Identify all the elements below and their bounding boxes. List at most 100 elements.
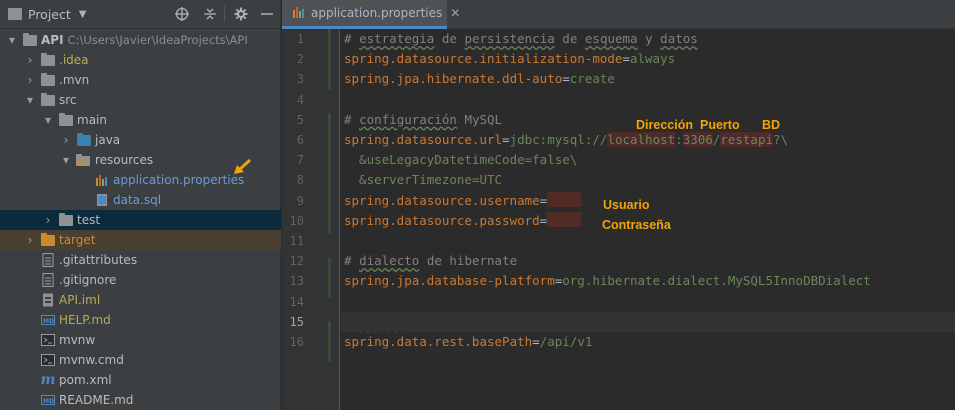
folder-icon [40,92,56,108]
property-separator: = [562,71,570,87]
code-line[interactable]: spring.datasource.initialization-mode=al… [344,49,675,69]
chevron-right-icon[interactable]: › [60,130,72,150]
tree-item-mvnw-cmd[interactable]: mvnw.cmd [0,350,281,370]
tree-item-main[interactable]: ▾ main [0,110,281,130]
line-number: 8 [296,173,304,188]
tree-item-label: .gitignore [59,273,117,287]
locate-icon[interactable] [174,6,190,22]
line-number: 4 [296,92,304,107]
code-line[interactable]: spring.datasource.password= [344,211,582,231]
project-view-icon [8,8,22,20]
code-line[interactable]: spring.datasource.username= [344,191,582,211]
tree-item-label: API.iml [59,293,101,307]
tree-item-help-md[interactable]: MD HELP.md [0,310,281,330]
project-view-selector[interactable]: Project [28,7,71,22]
line-number: 9 [296,193,304,208]
tree-item-mvnw[interactable]: mvnw [0,330,281,350]
code-line[interactable]: # configuración MySQL [344,110,502,130]
markdown-file-icon: MD [40,392,56,408]
tree-item-label: main [77,113,107,127]
redacted-value [547,192,582,208]
tree-item-application-properties[interactable]: application.properties [0,158,281,190]
folder-icon [58,112,74,128]
tree-item-api[interactable]: ▾ API C:\Users\Javier\IdeaProjects\API [0,30,281,50]
code-line[interactable]: &serverTimezone=UTC [344,170,502,190]
property-key: spring.jpa.hibernate.ddl-auto [344,71,563,87]
line-number: 6 [296,133,304,147]
chevron-right-icon[interactable]: › [42,210,54,230]
code-line[interactable]: spring.jpa.database-platform=org.hiberna… [344,271,871,291]
change-marker [328,113,331,233]
property-key: spring.datasource.username [344,192,540,208]
change-marker [328,321,331,361]
property-separator: = [539,192,548,208]
tree-item-label: mvnw [59,333,96,347]
tree-item-src[interactable]: ▾ src [0,90,281,110]
properties-file-icon [292,5,306,22]
chevron-right-icon[interactable]: › [24,230,36,250]
change-marker [328,29,331,89]
tree-item-label: java [95,133,121,147]
tree-item-label: .idea [59,53,89,67]
markdown-file-icon: MD [40,312,56,328]
code-line[interactable]: spring.jpa.hibernate.ddl-auto=create [344,69,615,89]
comment-text: # estrategia de persistencia de esquema … [344,31,698,46]
script-file-icon [40,332,56,348]
tree-item-label: pom.xml [59,373,112,387]
tree-item-pom-xml[interactable]: m pom.xml [0,370,281,390]
tree-item-readme-md[interactable]: MD README.md [0,390,281,410]
chevron-right-icon[interactable]: › [24,50,36,70]
tree-item-gitignore[interactable]: .gitignore [0,270,281,290]
tree-item-api-iml[interactable]: API.iml [0,290,281,310]
code-line[interactable]: # estrategia de persistencia de esquema … [344,29,698,49]
folder-icon [22,32,38,48]
chevron-down-icon[interactable]: ▾ [24,90,36,110]
chevron-down-icon[interactable]: ▾ [6,30,18,50]
property-separator: = [502,132,510,147]
tree-item-mvn[interactable]: › .mvn [0,70,281,90]
chevron-right-icon[interactable]: › [24,70,36,90]
tree-item-label: data.sql [113,193,162,207]
line-number: 12 [289,254,304,269]
editor-tab-bar: application.properties ✕ [282,0,955,29]
tree-item-label: HELP.md [59,313,111,327]
minimize-icon[interactable] [259,6,275,22]
tree-item-test[interactable]: › test [0,210,281,230]
tree-item-java[interactable]: › java [0,130,281,150]
project-toolbar: Project ▼ [0,0,280,29]
properties-file-icon [94,172,110,188]
annotation-puerto: Puerto [700,118,740,132]
tree-item-data-sql[interactable]: data.sql [0,190,281,210]
property-value: create [569,71,615,87]
chevron-down-icon[interactable]: ▾ [60,150,72,170]
chevron-down-icon[interactable]: ▾ [42,110,54,130]
tree-item-label: README.md [59,393,134,407]
redacted-value [547,212,582,228]
tree-item-label: application.properties [113,173,245,187]
code-line[interactable]: &useLegacyDatetimeCode=false\ [344,150,577,170]
code-line[interactable]: spring.data.rest.basePath=/api/v1 [344,332,592,352]
collapse-all-icon[interactable] [202,6,218,22]
gear-icon[interactable] [233,6,249,22]
line-number: 13 [289,274,304,289]
annotation-usuario: Usuario [603,198,650,212]
property-value: /api/v1 [539,334,593,349]
annotation-direccion: Dirección [636,118,693,132]
line-number: 14 [289,294,304,309]
change-marker [328,258,331,298]
code-line[interactable]: # dialecto de hibernate [344,251,517,271]
code-line[interactable]: spring.datasource.url=jdbc:mysql://local… [344,130,788,150]
tree-item-idea[interactable]: › .idea [0,50,281,70]
close-icon[interactable]: ✕ [450,6,460,20]
chevron-down-icon[interactable]: ▼ [79,9,87,20]
svg-text:MD: MD [43,318,54,325]
tree-item-gitattributes[interactable]: .gitattributes [0,250,281,270]
property-separator: = [532,334,540,349]
tab-application-properties[interactable]: application.properties ✕ [282,0,460,29]
tree-item-target[interactable]: › target [0,230,281,250]
tree-item-label: target [59,233,96,247]
comment-text: # dialecto de hibernate [344,253,518,269]
toolbar-divider [224,6,225,22]
line-number: 16 [289,335,304,349]
tree-item-label: API [41,33,64,47]
